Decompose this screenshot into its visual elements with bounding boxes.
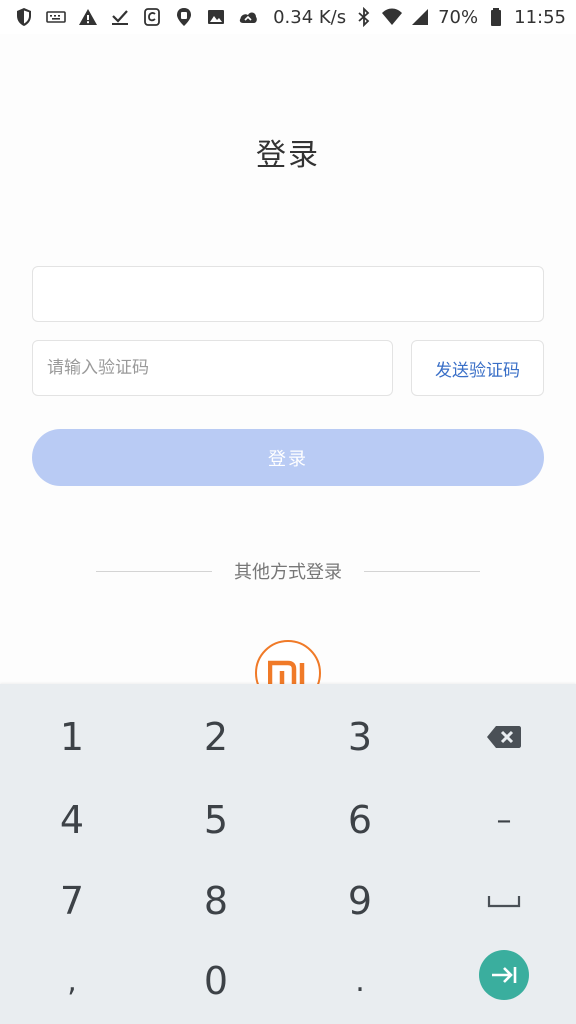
enter-button[interactable] bbox=[479, 950, 529, 1000]
key-3[interactable]: 3 bbox=[288, 696, 432, 778]
key-2[interactable]: 2 bbox=[144, 696, 288, 778]
location-icon bbox=[174, 7, 194, 27]
page-title: 登录 bbox=[256, 138, 320, 173]
key-6[interactable]: 6 bbox=[288, 779, 432, 861]
keyboard-icon bbox=[46, 7, 66, 27]
key-1[interactable]: 1 bbox=[0, 696, 144, 778]
key-minus[interactable]: – bbox=[432, 779, 576, 861]
key-7[interactable]: 7 bbox=[0, 860, 144, 942]
enter-icon bbox=[492, 967, 517, 983]
key-comma[interactable]: , bbox=[0, 940, 144, 1022]
battery-percent: 70% bbox=[438, 6, 479, 28]
cloud-icon bbox=[238, 7, 258, 27]
warning-icon bbox=[78, 7, 98, 27]
verification-code-field[interactable] bbox=[32, 340, 393, 396]
image-icon bbox=[206, 7, 226, 27]
cellular-signal-icon bbox=[410, 7, 430, 27]
other-methods-label: 其他方式登录 bbox=[234, 562, 342, 583]
network-speed: 0.34 K/s bbox=[273, 6, 347, 28]
app-icon bbox=[142, 7, 162, 27]
send-code-button[interactable]: 发送验证码 bbox=[411, 340, 544, 396]
xiaomi-logo-icon bbox=[268, 660, 305, 685]
key-9[interactable]: 9 bbox=[288, 860, 432, 942]
key-space[interactable] bbox=[432, 860, 576, 942]
wifi-icon bbox=[382, 7, 403, 27]
key-backspace[interactable] bbox=[432, 696, 576, 778]
bluetooth-icon bbox=[354, 7, 374, 27]
divider-line-left bbox=[96, 570, 212, 572]
download-done-icon bbox=[110, 7, 130, 27]
key-5[interactable]: 5 bbox=[144, 779, 288, 861]
status-bar-system: 0.34 K/s 70% 11:55 bbox=[273, 7, 566, 28]
key-period[interactable]: . bbox=[288, 940, 432, 1022]
status-bar: 0.34 K/s 70% 11:55 bbox=[0, 0, 576, 34]
key-8[interactable]: 8 bbox=[144, 860, 288, 942]
space-icon bbox=[487, 896, 521, 908]
numeric-keyboard: 1 2 3 4 5 6 – 7 8 9 , 0 . bbox=[0, 684, 576, 1024]
login-button[interactable]: 登录 bbox=[32, 429, 544, 486]
status-bar-notifications bbox=[14, 7, 258, 27]
clock: 11:55 bbox=[514, 6, 566, 28]
phone-field[interactable] bbox=[32, 266, 544, 322]
battery-icon bbox=[486, 7, 506, 27]
key-0[interactable]: 0 bbox=[144, 940, 288, 1022]
backspace-icon bbox=[487, 726, 521, 748]
key-enter[interactable] bbox=[432, 934, 576, 1016]
shield-icon bbox=[14, 7, 34, 27]
verification-code-input[interactable] bbox=[47, 341, 377, 395]
other-methods-divider: 其他方式登录 bbox=[96, 557, 480, 585]
phone-number-mask bbox=[73, 281, 203, 307]
divider-line-right bbox=[364, 570, 480, 572]
key-4[interactable]: 4 bbox=[0, 779, 144, 861]
